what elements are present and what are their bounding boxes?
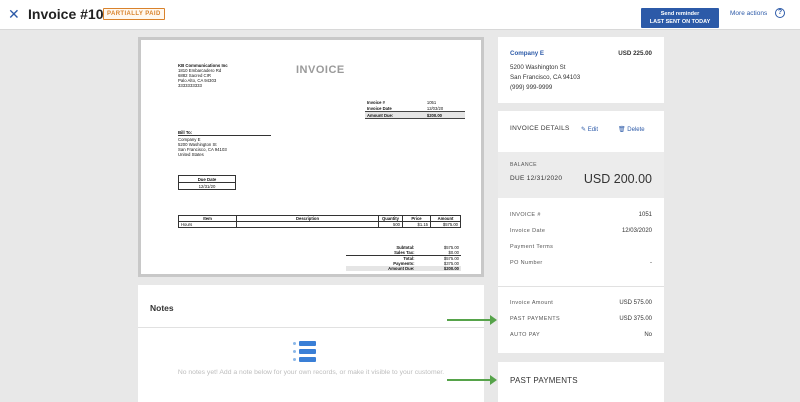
status-badge: PARTIALLY PAID [103, 8, 165, 20]
send-reminder-sublabel: LAST SENT ON TODAY [649, 19, 711, 25]
totals-row: Amount Due: $200.00 [346, 266, 461, 271]
delete-label: Delete [627, 127, 645, 133]
detail-row: Payment Terms [510, 239, 652, 255]
trash-icon: 🗑 [618, 127, 626, 133]
send-reminder-label: Send reminder [660, 11, 700, 17]
notes-heading: Notes [138, 285, 484, 328]
table-row: Hours 500 $1.15 $575.00 [178, 221, 461, 228]
summary-label: PAST PAYMENTS [510, 316, 561, 322]
summary-label: AUTO PAY [510, 332, 541, 338]
invoice-details-card: INVOICE DETAILS ✎ Edit 🗑 Delete BALANCE … [498, 111, 664, 353]
cell-price: $1.15 [402, 221, 431, 228]
balance-amount: USD 200.00 [583, 172, 652, 186]
detail-value: 12/03/2020 [621, 228, 652, 234]
edit-button[interactable]: ✎ Edit [581, 126, 598, 133]
summary-label: Invoice Amount [510, 300, 554, 306]
meta-value: $200.00 [424, 111, 465, 119]
notes-panel: Notes No notes yet! Add a note below for… [138, 285, 484, 402]
invoice-document: KB Communications Inc 1810 Embarcadero R… [141, 40, 481, 274]
col-quantity: Quantity [378, 215, 403, 222]
cell-item: Hours [178, 221, 237, 228]
due-date-box: Due Date 12/31/20 [178, 175, 236, 190]
customer-address-line1: 5200 Washington St [510, 64, 566, 71]
invoice-heading: INVOICE [296, 64, 345, 76]
summary-value: USD 375.00 [619, 316, 652, 322]
totals-table: Subtotal: $575.00 Sales Tax: $0.00 Total… [346, 245, 461, 271]
delete-button[interactable]: 🗑 Delete [618, 126, 645, 133]
detail-value: - [650, 260, 652, 266]
sender-block: KB Communications Inc 1810 Embarcadero R… [178, 63, 228, 88]
customer-amount: USD 225.00 [618, 50, 652, 57]
line-items-table: Item Description Quantity Price Amount H… [178, 215, 461, 228]
summary-row: PAST PAYMENTS USD 375.00 [510, 311, 652, 327]
more-actions-link[interactable]: More actions [730, 10, 767, 17]
totals-value: $200.00 [416, 266, 461, 271]
invoice-preview-frame: KB Communications Inc 1810 Embarcadero R… [138, 37, 484, 277]
notes-list-icon [293, 341, 333, 363]
invoice-detail-rows: INVOICE # 1051 Invoice Date 12/03/2020 P… [498, 207, 664, 271]
past-payments-heading: PAST PAYMENTS [510, 376, 578, 385]
annotation-arrow [447, 375, 497, 385]
send-reminder-button[interactable]: Send reminder LAST SENT ON TODAY [641, 8, 719, 28]
summary-value: USD 575.00 [619, 300, 652, 306]
customer-card: Company E USD 225.00 5200 Washington St … [498, 37, 664, 103]
detail-label: PO Number [510, 260, 543, 266]
summary-row: Invoice Amount USD 575.00 [510, 295, 652, 311]
notes-empty-message: No notes yet! Add a note below for your … [177, 369, 445, 376]
invoice-meta-table: Invoice # 1051 Invoice Date 12/03/20 Amo… [365, 99, 465, 119]
detail-row: INVOICE # 1051 [510, 207, 652, 223]
detail-value: 1051 [638, 212, 652, 218]
detail-label: Invoice Date [510, 228, 546, 234]
meta-label: Amount Due: [365, 111, 425, 119]
past-payments-card[interactable]: PAST PAYMENTS [498, 362, 664, 402]
annotation-arrow [447, 315, 497, 325]
balance-label: BALANCE [510, 162, 538, 168]
edit-label: Edit [587, 127, 599, 133]
bill-to-line: United States [178, 152, 204, 157]
meta-row: Amount Due: $200.00 [365, 111, 465, 119]
payment-summary-rows: Invoice Amount USD 575.00 PAST PAYMENTS … [498, 295, 664, 343]
customer-phone: (999) 999-9999 [510, 84, 553, 91]
top-bar: ✕ Invoice #1051 PARTIALLY PAID Send remi… [0, 0, 800, 30]
help-icon[interactable]: ? [775, 8, 785, 18]
bill-to-block: Company E 5200 Washington St San Francis… [178, 137, 227, 157]
totals-label: Amount Due: [346, 266, 417, 271]
cell-description [236, 221, 379, 228]
due-date-heading: Due Date [179, 176, 235, 183]
customer-address-line2: San Francisco, CA 94103 [510, 74, 581, 81]
detail-label: Payment Terms [510, 244, 554, 250]
summary-value: No [644, 332, 652, 338]
cell-quantity: 500 [378, 221, 403, 228]
bill-to-heading: Bill To: [178, 130, 271, 136]
due-date-value: 12/31/20 [198, 183, 216, 189]
edit-pencil-icon: ✎ [581, 127, 587, 133]
sender-phone: 3333333333 [178, 83, 202, 88]
balance-section: BALANCE DUE 12/31/2020 USD 200.00 [498, 152, 664, 198]
invoice-details-title: INVOICE DETAILS [510, 125, 570, 132]
detail-row: Invoice Date 12/03/2020 [510, 223, 652, 239]
summary-row: AUTO PAY No [510, 327, 652, 343]
divider [498, 286, 664, 287]
detail-row: PO Number - [510, 255, 652, 271]
cell-amount: $575.00 [430, 221, 461, 228]
detail-label: INVOICE # [510, 212, 541, 218]
close-icon[interactable]: ✕ [8, 5, 20, 23]
